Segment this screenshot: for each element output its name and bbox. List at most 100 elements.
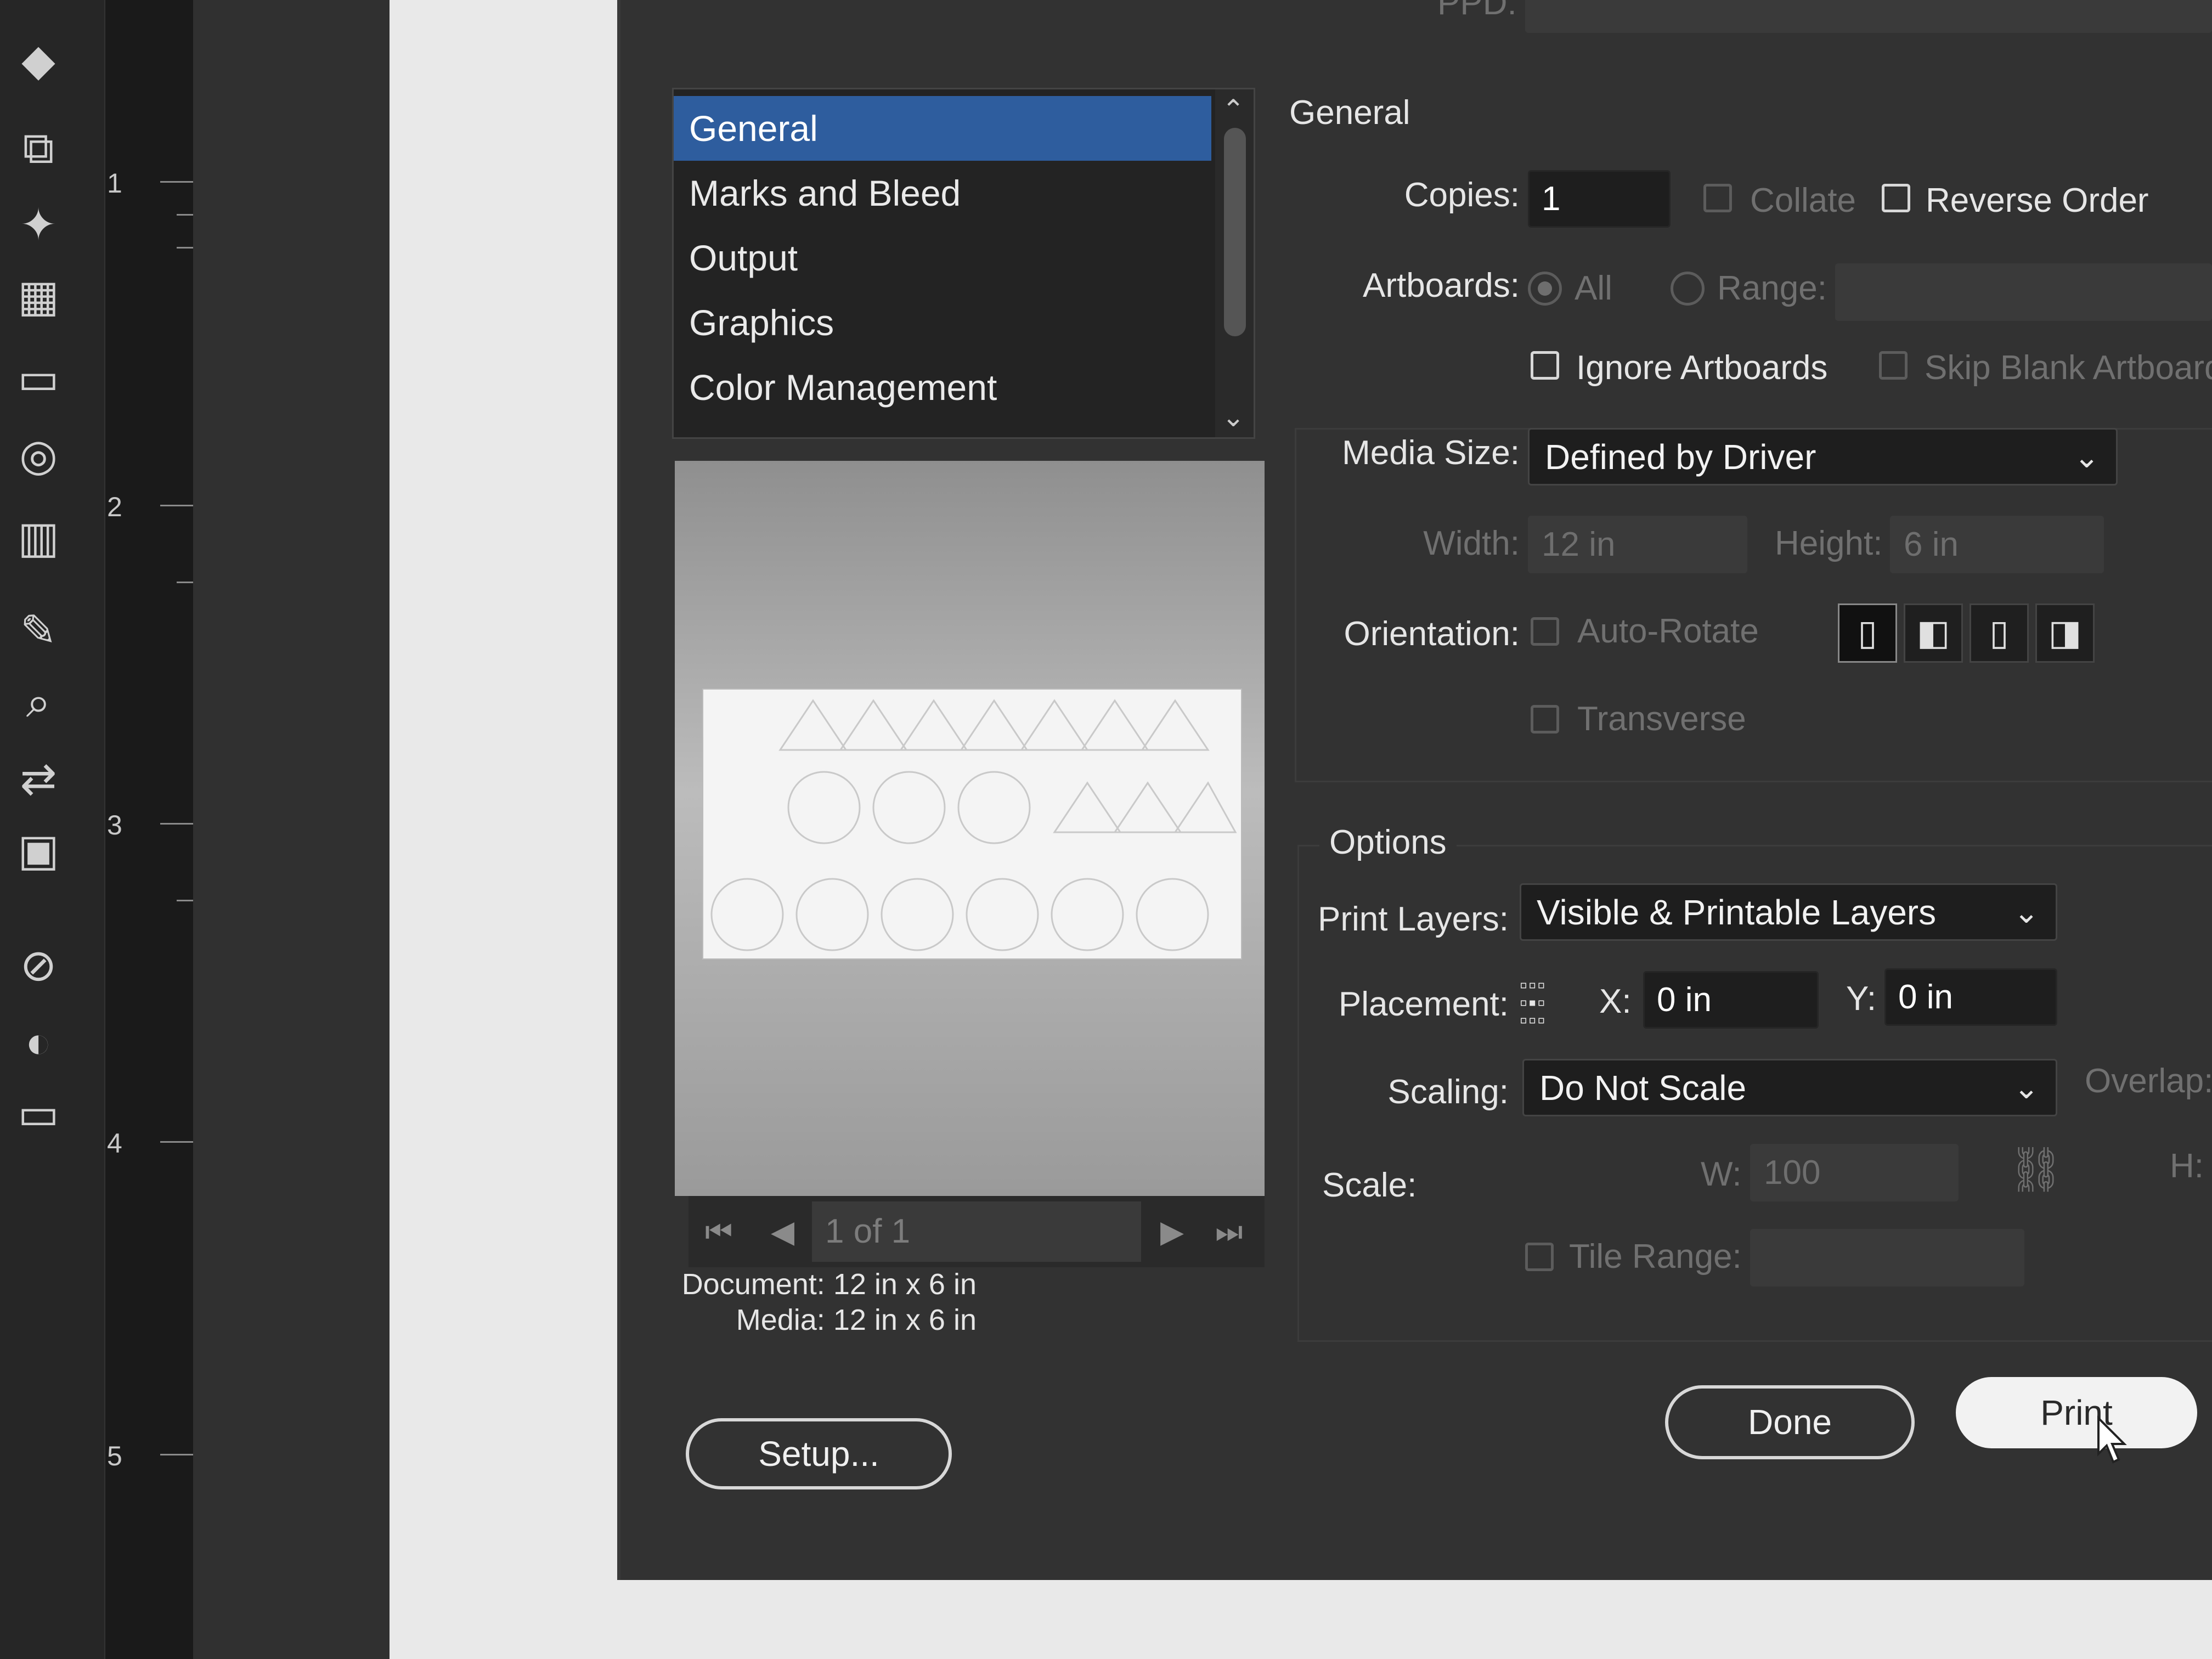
ruler-number: 1: [107, 168, 122, 199]
fill-stroke-icon[interactable]: ▣: [5, 823, 71, 878]
previous-page-icon[interactable]: ◀: [771, 1196, 794, 1267]
ruler-tick: [160, 181, 193, 183]
category-output[interactable]: Output: [674, 225, 1211, 290]
scroll-down-icon[interactable]: ⌄: [1222, 401, 1245, 433]
ruler-number: 3: [107, 810, 122, 840]
scale-tool-icon[interactable]: ⧉: [5, 121, 71, 176]
skip-blank-artboards-label: Skip Blank Artboards: [1925, 349, 2212, 387]
scaling-value: Do Not Scale: [1539, 1068, 1747, 1108]
ppd-field: [1525, 0, 2212, 33]
document-size-info: Document: 12 in x 6 in: [592, 1267, 977, 1301]
category-marks-and-bleed[interactable]: Marks and Bleed: [674, 161, 1211, 225]
artboards-all-label: All: [1575, 269, 1612, 307]
ruler-tick: [177, 582, 193, 583]
height-field: 6 in: [1890, 516, 2104, 573]
x-label: X:: [1599, 983, 1632, 1020]
skip-blank-artboards-checkbox[interactable]: [1879, 351, 1908, 380]
pen-tool-icon[interactable]: ✎: [5, 603, 71, 658]
media-label: Media:: [736, 1304, 825, 1336]
ignore-artboards-checkbox[interactable]: [1531, 351, 1559, 380]
tile-range-field: [1750, 1229, 2024, 1286]
tools-panel: ◆ ⧉ ✦ ▦ ▭ ◎ ▥ ✎ ⌕ ⇄ ▣ ⊘ ◐ ▭: [0, 0, 104, 1659]
scroll-thumb[interactable]: [1224, 128, 1246, 336]
print-layers-select[interactable]: Visible & Printable Layers ⌄: [1520, 883, 2057, 941]
placement-label: Placement:: [1338, 985, 1509, 1023]
ruler-tick: [177, 247, 193, 249]
portrait-orientation-icon[interactable]: ▯: [1838, 603, 1897, 663]
screen-mode-icon[interactable]: ▭: [5, 1086, 71, 1141]
chevron-down-icon: ⌄: [2013, 1070, 2039, 1105]
chevron-down-icon: ⌄: [2074, 439, 2100, 474]
link-scale-icon: ⛓: [2008, 1145, 2064, 1194]
graph-tool-icon[interactable]: ▥: [5, 510, 71, 565]
next-page-icon[interactable]: ▶: [1160, 1196, 1184, 1267]
artboards-range-field: [1835, 263, 2212, 321]
landscape-orientation-icon[interactable]: ◧: [1904, 603, 1963, 663]
ppd-label: PPD:: [1437, 0, 1517, 22]
tile-range-label: Tile Range:: [1569, 1238, 1742, 1276]
scroll-up-icon[interactable]: ⌃: [1222, 94, 1245, 126]
reverse-order-label: Reverse Order: [1926, 182, 2149, 219]
category-scrollbar[interactable]: ⌃ ⌄: [1215, 89, 1254, 437]
y-label: Y:: [1846, 980, 1877, 1018]
category-color-management[interactable]: Color Management: [674, 355, 1211, 420]
copies-label: Copies:: [1404, 176, 1520, 214]
last-page-icon[interactable]: ⏭: [1215, 1196, 1243, 1267]
print-button[interactable]: Print: [1956, 1377, 2197, 1448]
media-value: 12 in x 6 in: [833, 1304, 977, 1336]
section-title-options: Options: [1319, 823, 1457, 862]
placement-grid-icon[interactable]: ▫▫▫ ▫▪▫ ▫▫▫: [1520, 974, 1575, 1031]
shape-builder-icon[interactable]: ◎: [5, 428, 71, 483]
width-field: 12 in: [1528, 516, 1747, 573]
eraser-tool-icon[interactable]: ◆: [5, 33, 71, 88]
media-size-value: Defined by Driver: [1545, 437, 1816, 477]
ruler-tick: [177, 900, 193, 901]
drawing-mode-icon[interactable]: ◐: [5, 1015, 71, 1070]
reverse-order-checkbox[interactable]: [1882, 184, 1910, 212]
tile-range-checkbox[interactable]: [1525, 1243, 1554, 1271]
puppet-warp-icon[interactable]: ✦: [5, 198, 71, 252]
ignore-artboards-label: Ignore Artboards: [1576, 349, 1828, 387]
ruler-tick: [177, 214, 193, 216]
x-field[interactable]: 0 in: [1643, 971, 1819, 1029]
ruler-tick: [160, 1454, 193, 1455]
auto-rotate-label: Auto-Rotate: [1577, 612, 1759, 650]
y-field[interactable]: 0 in: [1884, 968, 2057, 1026]
scale-h-label: H:: [2170, 1147, 2204, 1185]
zoom-tool-icon[interactable]: ⌕: [5, 675, 71, 730]
category-general[interactable]: General: [674, 96, 1211, 161]
artboard-tool-icon[interactable]: ▭: [5, 351, 71, 406]
landscape-flipped-orientation-icon[interactable]: ◨: [2035, 603, 2095, 663]
mouse-cursor-icon: [2097, 1415, 2127, 1464]
done-button[interactable]: Done: [1665, 1385, 1915, 1459]
swap-colors-icon[interactable]: ⇄: [5, 752, 71, 806]
media-size-label: Media Size:: [1342, 434, 1520, 472]
print-layers-value: Visible & Printable Layers: [1537, 893, 1937, 932]
none-color-icon[interactable]: ⊘: [5, 938, 71, 993]
setup-button[interactable]: Setup...: [686, 1418, 952, 1489]
artboards-all-radio[interactable]: [1528, 272, 1562, 306]
transverse-checkbox[interactable]: [1531, 705, 1559, 733]
scaling-select[interactable]: Do Not Scale ⌄: [1522, 1059, 2057, 1116]
preview-artwork: [710, 699, 1237, 951]
overlap-label: Overlap:: [2085, 1062, 2212, 1100]
category-list[interactable]: General Marks and Bleed Output Graphics …: [672, 88, 1255, 439]
artboards-label: Artboards:: [1362, 267, 1520, 304]
ruler-number: 4: [107, 1128, 122, 1159]
category-graphics[interactable]: Graphics: [674, 290, 1211, 355]
collate-checkbox[interactable]: [1703, 184, 1732, 212]
pasteboard: [192, 0, 390, 1659]
portrait-flipped-orientation-icon[interactable]: ▯: [1970, 603, 2029, 663]
collate-label: Collate: [1750, 182, 1856, 219]
auto-rotate-checkbox[interactable]: [1531, 617, 1559, 646]
transverse-label: Transverse: [1577, 700, 1746, 738]
first-page-icon[interactable]: ⏮: [705, 1196, 732, 1267]
perspective-grid-icon[interactable]: ▦: [5, 269, 71, 324]
document-value: 12 in x 6 in: [833, 1268, 977, 1301]
page-indicator[interactable]: 1 of 1: [812, 1201, 1141, 1262]
media-size-select[interactable]: Defined by Driver ⌄: [1528, 428, 2118, 486]
artboards-range-radio[interactable]: [1671, 272, 1705, 306]
ruler-number: 2: [107, 492, 122, 522]
copies-field[interactable]: 1: [1528, 170, 1671, 228]
print-layers-label: Print Layers:: [1317, 900, 1509, 938]
